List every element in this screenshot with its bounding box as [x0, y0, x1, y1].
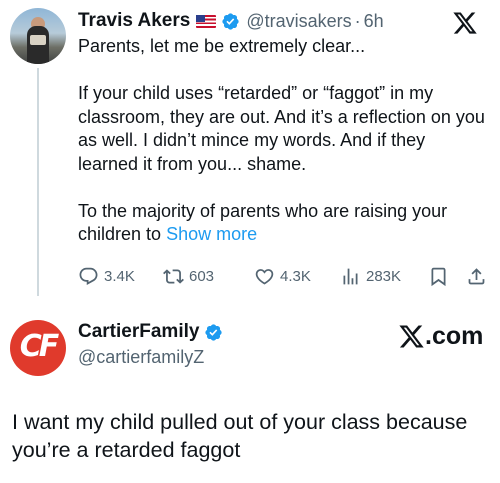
author-name[interactable]: Travis Akers: [78, 10, 190, 32]
tweet-paragraph: If your child uses “retarded” or “faggot…: [78, 83, 485, 174]
avatar-shirt: [30, 35, 46, 45]
thread-line: [37, 68, 39, 296]
verified-badge-icon: [205, 323, 223, 341]
post-text: I want my child pulled out of your class…: [12, 410, 468, 462]
like-count: 4.3K: [280, 267, 311, 285]
tweet-header: Travis Akers @travisakers · 6h: [78, 10, 384, 32]
reply-count: 3.4K: [104, 267, 135, 285]
bookmark-icon: [431, 267, 446, 286]
reply-post: CF CartierFamily @cartierfamilyZ .com I …: [0, 300, 500, 483]
tweet-text: Parents, let me be extremely clear... If…: [78, 35, 488, 247]
timestamp[interactable]: 6h: [364, 11, 384, 32]
bookmark-button[interactable]: [428, 266, 454, 287]
avatar[interactable]: [10, 8, 66, 64]
avatar-body: [27, 26, 49, 64]
avatar-logo: CF: [19, 329, 60, 364]
tweet-paragraph: Parents, let me be extremely clear...: [78, 36, 366, 56]
show-more-link[interactable]: Show more: [166, 224, 257, 244]
separator-dot: ·: [354, 10, 361, 31]
avatar[interactable]: CF: [10, 320, 66, 376]
share-button[interactable]: [466, 266, 492, 287]
retweet-button[interactable]: 603: [163, 266, 214, 287]
views-icon: [343, 268, 358, 284]
like-icon: [255, 268, 274, 285]
us-flag-icon: [196, 14, 217, 28]
tweet-paragraph-truncated: To the majority of parents who are raisi…: [78, 200, 488, 247]
post-header: CartierFamily: [78, 320, 223, 344]
watermark-text: .com: [425, 322, 484, 350]
original-tweet: Travis Akers @travisakers · 6h Parents, …: [0, 0, 500, 300]
views-button[interactable]: 283K: [340, 266, 401, 287]
like-button[interactable]: 4.3K: [254, 266, 311, 287]
share-icon: [468, 267, 485, 284]
tweet-paragraph: To the majority of parents who are raisi…: [78, 200, 448, 245]
x-watermark: .com: [398, 322, 483, 351]
action-bar: 3.4K 603 4.3K 283K: [78, 264, 490, 288]
verified-badge-icon: [222, 12, 239, 30]
author-handle[interactable]: @cartierfamilyZ: [78, 347, 204, 368]
reply-button[interactable]: 3.4K: [78, 266, 135, 287]
retweet-count: 603: [189, 267, 215, 285]
x-logo-icon: [399, 325, 424, 348]
x-logo-icon[interactable]: [452, 10, 478, 36]
reply-icon: [79, 267, 98, 285]
author-handle[interactable]: @travisakers: [246, 11, 351, 32]
author-name[interactable]: CartierFamily: [78, 321, 199, 343]
views-count: 283K: [366, 267, 402, 285]
retweet-icon: [163, 268, 184, 284]
